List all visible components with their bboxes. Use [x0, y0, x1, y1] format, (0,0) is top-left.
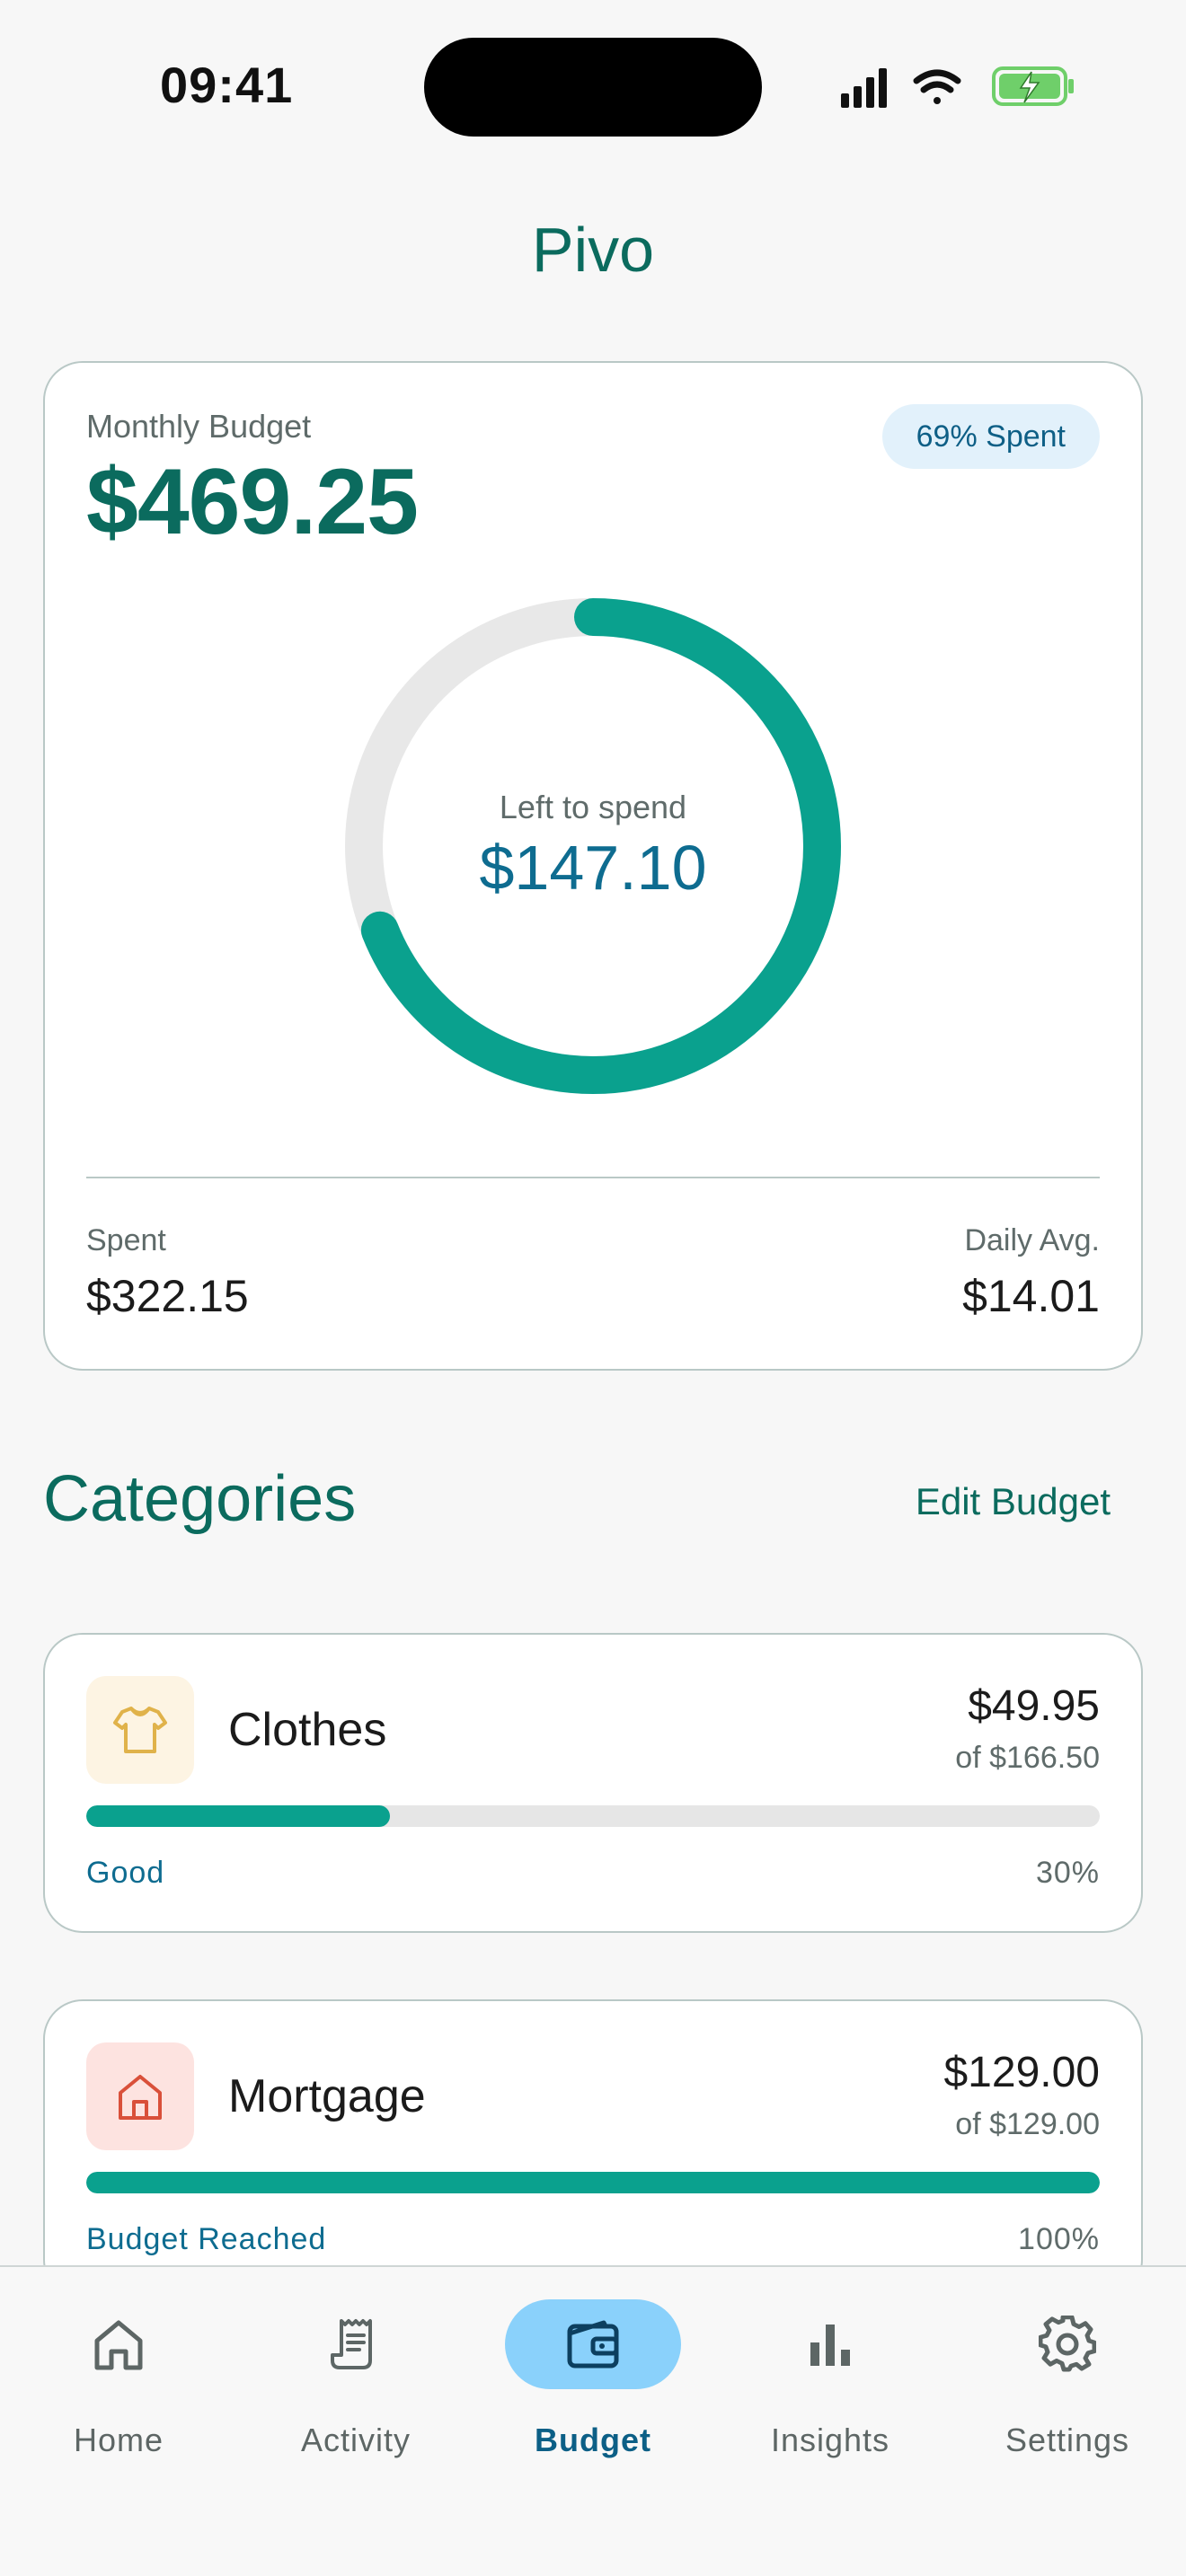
shirt-icon: [113, 1707, 167, 1753]
spent-amount: $322.15: [86, 1271, 249, 1321]
category-icon-tile: [86, 2042, 194, 2150]
gear-icon: [1039, 2316, 1096, 2372]
nav-pill: [268, 2299, 444, 2389]
category-progress-fill: [86, 1805, 391, 1827]
category-name: Clothes: [228, 1704, 387, 1756]
wifi-icon: [913, 69, 961, 104]
budget-label: Monthly Budget: [86, 408, 312, 445]
category-card-mortgage[interactable]: Mortgage $129.00 of $129.00 Budget Reach…: [43, 1999, 1143, 2299]
bar-chart-icon: [810, 2325, 850, 2366]
status-icons: [841, 66, 1074, 108]
status-bar: 09:41: [0, 0, 1186, 171]
app-title: Pivo: [531, 215, 655, 285]
category-icon-tile: [86, 1676, 194, 1784]
dynamic-island: [424, 38, 762, 137]
nav-item-activity[interactable]: Activity: [237, 2267, 474, 2483]
nav-pill-active: [505, 2299, 681, 2389]
nav-pill: [742, 2299, 918, 2389]
ring-center: Left to spend $147.10: [341, 595, 845, 1098]
status-time: 09:41: [160, 57, 294, 113]
nav-item-home[interactable]: Home: [0, 2267, 237, 2483]
category-spent-amount: $129.00: [943, 2049, 1100, 2096]
nav-label: Activity: [300, 2422, 411, 2458]
category-status: Good: [86, 1856, 165, 1890]
bottom-navigation: Home Activity Budget Insights Settings: [0, 2265, 1186, 2576]
home-icon: [94, 2320, 143, 2370]
categories-heading: Categories: [43, 1463, 357, 1535]
house-icon: [119, 2075, 162, 2120]
budget-screen: 09:41 Pivo Monthly Budget $469.25 69% Sp…: [0, 0, 1186, 2576]
budget-summary-card: Monthly Budget $469.25 69% Spent Left to…: [43, 361, 1143, 1371]
category-limit: of $129.00: [955, 2107, 1100, 2141]
nav-label: Settings: [1005, 2422, 1130, 2458]
category-status: Budget Reached: [86, 2222, 327, 2256]
nav-item-settings[interactable]: Settings: [949, 2267, 1186, 2483]
nav-pill: [31, 2299, 207, 2389]
card-divider: [86, 1177, 1100, 1178]
nav-label: Home: [73, 2422, 164, 2458]
battery-charging-icon: [992, 66, 1074, 106]
nav-item-insights[interactable]: Insights: [712, 2267, 949, 2483]
nav-pill: [979, 2299, 1155, 2389]
receipt-icon: [331, 2319, 372, 2369]
nav-label: Budget: [535, 2422, 651, 2458]
spent-percent-badge: 69% Spent: [881, 404, 1100, 469]
category-card-clothes[interactable]: Clothes $49.95 of $166.50 Good 30%: [43, 1633, 1143, 1933]
category-progress-track: [86, 2172, 1100, 2193]
spent-label: Spent: [86, 1223, 166, 1257]
category-percent: 30%: [1035, 1856, 1100, 1890]
daily-average-amount: $14.01: [962, 1271, 1100, 1321]
nav-label: Insights: [770, 2422, 890, 2458]
left-to-spend-label: Left to spend: [499, 789, 687, 825]
budget-progress-ring: Left to spend $147.10: [341, 595, 845, 1098]
category-name: Mortgage: [228, 2070, 426, 2122]
category-limit: of $166.50: [955, 1741, 1100, 1775]
wallet-icon: [567, 2320, 619, 2369]
cellular-signal-icon: [841, 68, 887, 108]
edit-budget-button[interactable]: Edit Budget: [916, 1480, 1111, 1523]
left-to-spend-amount: $147.10: [479, 833, 707, 903]
category-spent-amount: $49.95: [968, 1682, 1100, 1730]
daily-average-label: Daily Avg.: [964, 1223, 1100, 1257]
category-progress-track: [86, 1805, 1100, 1827]
budget-amount: $469.25: [86, 450, 419, 554]
category-percent: 100%: [1018, 2222, 1100, 2256]
category-progress-fill: [86, 2172, 1100, 2193]
nav-item-budget[interactable]: Budget: [474, 2267, 712, 2483]
